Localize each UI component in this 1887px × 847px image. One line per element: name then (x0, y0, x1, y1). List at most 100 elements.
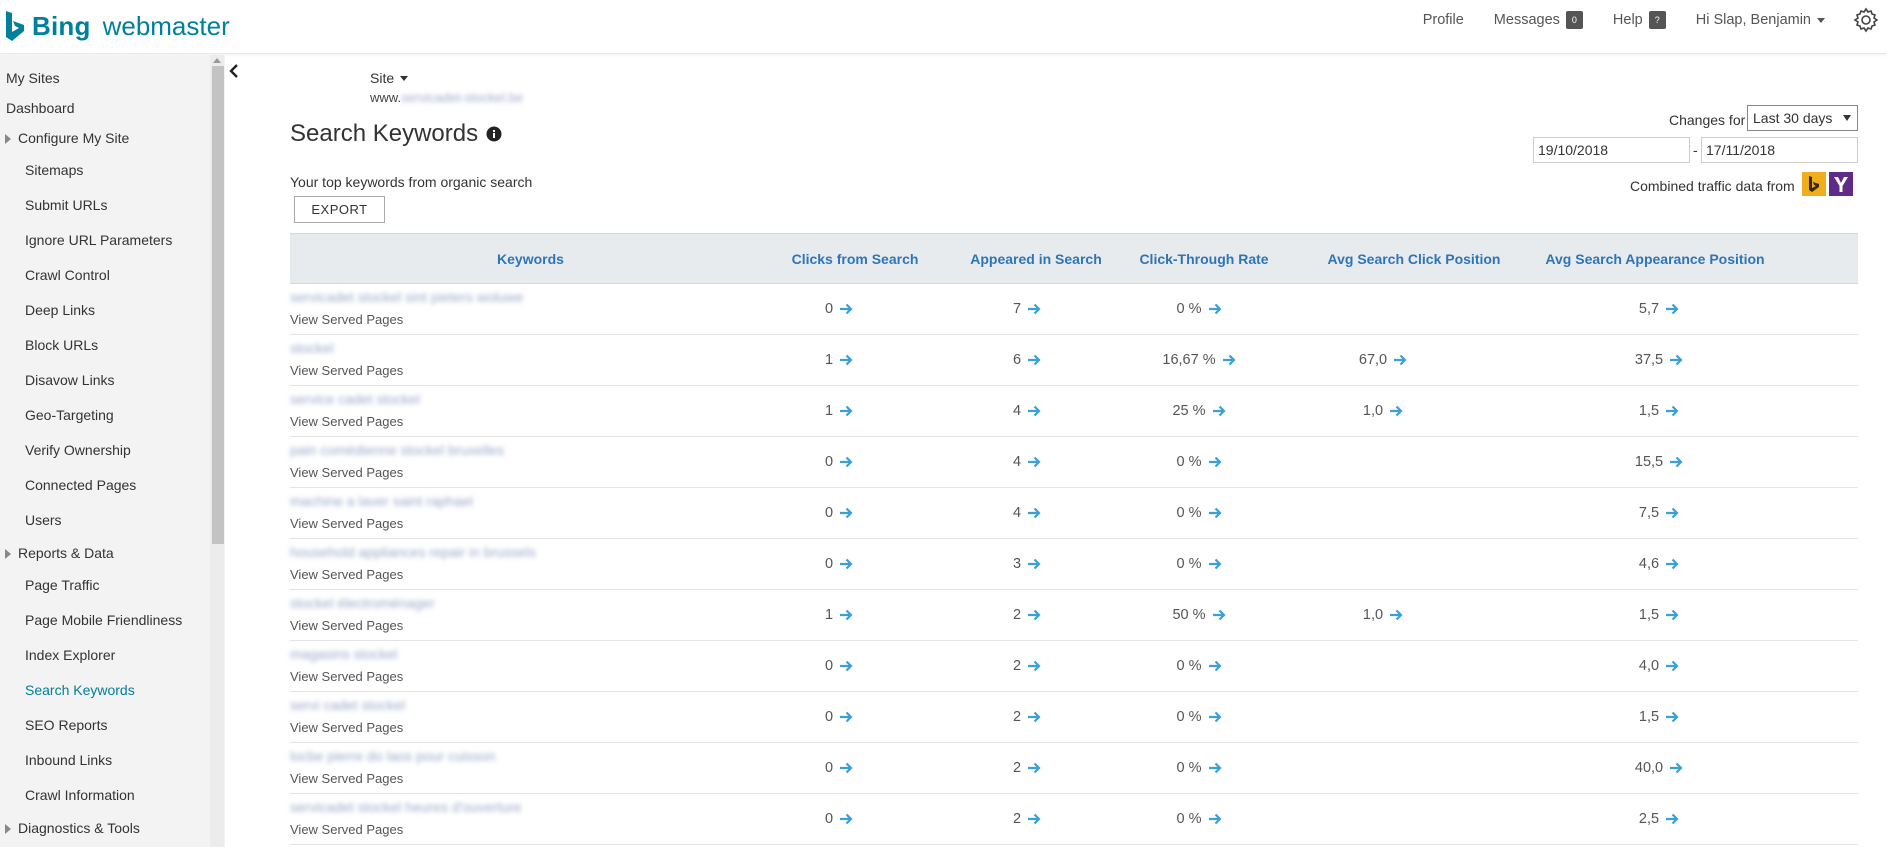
clicks-cell[interactable]: 0 (739, 743, 939, 794)
appeared-cell[interactable]: 3 (937, 539, 1117, 590)
view-served-pages-link[interactable]: View Served Pages (290, 414, 403, 429)
view-served-pages-link[interactable]: View Served Pages (290, 669, 403, 684)
view-served-pages-link[interactable]: View Served Pages (290, 822, 403, 837)
avg-appearance-position-cell[interactable]: 5,7 (1569, 284, 1749, 335)
sidebar-item-sitemaps[interactable]: Sitemaps (0, 153, 225, 188)
sidebar-item-geo-targeting[interactable]: Geo-Targeting (0, 398, 225, 433)
view-served-pages-link[interactable]: View Served Pages (290, 516, 403, 531)
keyword-link[interactable]: servicadet stockel heures d'ouverture (290, 799, 521, 815)
sidebar-item-crawl-information[interactable]: Crawl Information (0, 778, 225, 813)
keyword-link[interactable]: household appliances repair in brussels (290, 544, 536, 560)
clicks-cell[interactable]: 1 (739, 386, 939, 437)
sidebar-item-page-traffic[interactable]: Page Traffic (0, 568, 225, 603)
messages-link[interactable]: Messages 0 (1494, 11, 1583, 29)
appeared-cell[interactable]: 4 (937, 437, 1117, 488)
keyword-link[interactable]: magasins stockel (290, 646, 397, 662)
sidebar-item-index-explorer[interactable]: Index Explorer (0, 638, 225, 673)
sidebar-item-users[interactable]: Users (0, 503, 225, 538)
sidebar-item-reports-data[interactable]: Reports & Data (0, 538, 225, 568)
ctr-cell[interactable]: 0 % (1109, 488, 1289, 539)
ctr-cell[interactable]: 0 % (1109, 284, 1289, 335)
ctr-cell[interactable]: 0 % (1109, 437, 1289, 488)
avg-appearance-position-cell[interactable]: 2,5 (1569, 794, 1749, 845)
view-served-pages-link[interactable]: View Served Pages (290, 363, 403, 378)
clicks-cell[interactable]: 0 (739, 488, 939, 539)
scroll-up-arrow-icon[interactable] (213, 58, 221, 63)
view-served-pages-link[interactable]: View Served Pages (290, 312, 403, 327)
keyword-link[interactable]: pain comédienne stockel bruxelles (290, 442, 504, 458)
sidebar-item-dashboard[interactable]: Dashboard (0, 93, 225, 123)
avg-appearance-position-cell[interactable]: 4,6 (1569, 539, 1749, 590)
sidebar-item-seo-reports[interactable]: SEO Reports (0, 708, 225, 743)
avg-click-position-cell[interactable]: 1,0 (1293, 590, 1473, 641)
sidebar-item-ignore-url-parameters[interactable]: Ignore URL Parameters (0, 223, 225, 258)
keyword-link[interactable]: servi cadet stockel (290, 697, 405, 713)
ctr-cell[interactable]: 16,67 % (1109, 335, 1289, 386)
column-header-keywords[interactable]: Keywords (290, 234, 771, 285)
avg-appearance-position-cell[interactable]: 7,5 (1569, 488, 1749, 539)
gear-icon[interactable] (1853, 7, 1879, 33)
clicks-cell[interactable]: 1 (739, 590, 939, 641)
date-range-select[interactable]: Last 30 days (1747, 105, 1858, 131)
sidebar-item-deep-links[interactable]: Deep Links (0, 293, 225, 328)
sidebar-item-page-mobile-friendliness[interactable]: Page Mobile Friendliness (0, 603, 225, 638)
sidebar-item-disavow-links[interactable]: Disavow Links (0, 363, 225, 398)
avg-appearance-position-cell[interactable]: 4,0 (1569, 641, 1749, 692)
sidebar-item-connected-pages[interactable]: Connected Pages (0, 468, 225, 503)
appeared-cell[interactable]: 2 (937, 743, 1117, 794)
appeared-cell[interactable]: 2 (937, 794, 1117, 845)
bing-webmaster-logo[interactable]: Bing webmaster (4, 8, 230, 44)
column-header-avg-appearance-position[interactable]: Avg Search Appearance Position (1505, 234, 1805, 285)
avg-click-position-cell[interactable]: 1,0 (1293, 386, 1473, 437)
ctr-cell[interactable]: 0 % (1109, 692, 1289, 743)
column-header-avg-click-position[interactable]: Avg Search Click Position (1294, 234, 1534, 285)
sidebar-scrollbar-thumb[interactable] (212, 66, 224, 544)
ctr-cell[interactable]: 0 % (1109, 539, 1289, 590)
view-served-pages-link[interactable]: View Served Pages (290, 720, 403, 735)
appeared-cell[interactable]: 4 (937, 488, 1117, 539)
avg-click-position-cell[interactable]: 67,0 (1293, 335, 1473, 386)
sidebar-item-diagnostics-tools[interactable]: Diagnostics & Tools (0, 813, 225, 843)
sidebar-item-my-sites[interactable]: My Sites (0, 63, 225, 93)
keyword-link[interactable]: stockel électroménager (290, 595, 435, 611)
ctr-cell[interactable]: 0 % (1109, 743, 1289, 794)
keyword-link[interactable]: machine a laver saint raphael (290, 493, 473, 509)
clicks-cell[interactable]: 0 (739, 284, 939, 335)
sidebar-item-block-urls[interactable]: Block URLs (0, 328, 225, 363)
info-icon[interactable] (486, 126, 502, 142)
sidebar-item-crawl-control[interactable]: Crawl Control (0, 258, 225, 293)
keyword-link[interactable]: servicadet stockel sint pieters woluwe (290, 289, 523, 305)
sidebar-item-verify-ownership[interactable]: Verify Ownership (0, 433, 225, 468)
sidebar-item-inbound-links[interactable]: Inbound Links (0, 743, 225, 778)
ctr-cell[interactable]: 50 % (1109, 590, 1289, 641)
column-header-ctr[interactable]: Click-Through Rate (1099, 234, 1309, 285)
site-selector[interactable]: Site (370, 70, 409, 86)
view-served-pages-link[interactable]: View Served Pages (290, 771, 403, 786)
date-to-input[interactable]: 17/11/2018 (1701, 137, 1858, 163)
keyword-link[interactable]: service cadet stockel (290, 391, 420, 407)
profile-link[interactable]: Profile (1423, 12, 1464, 28)
ctr-cell[interactable]: 25 % (1109, 386, 1289, 437)
collapse-sidebar-icon[interactable] (228, 64, 240, 78)
sidebar-item-search-keywords[interactable]: Search Keywords (0, 673, 225, 708)
appeared-cell[interactable]: 2 (937, 590, 1117, 641)
clicks-cell[interactable]: 1 (739, 335, 939, 386)
clicks-cell[interactable]: 0 (739, 437, 939, 488)
appeared-cell[interactable]: 7 (937, 284, 1117, 335)
ctr-cell[interactable]: 0 % (1109, 794, 1289, 845)
help-link[interactable]: Help ? (1613, 11, 1666, 29)
appeared-cell[interactable]: 6 (937, 335, 1117, 386)
view-served-pages-link[interactable]: View Served Pages (290, 465, 403, 480)
keyword-link[interactable]: locbe pierre do laos pour cuisson (290, 748, 495, 764)
appeared-cell[interactable]: 4 (937, 386, 1117, 437)
avg-appearance-position-cell[interactable]: 40,0 (1569, 743, 1749, 794)
keyword-link[interactable]: stockel (290, 340, 334, 356)
appeared-cell[interactable]: 2 (937, 692, 1117, 743)
ctr-cell[interactable]: 0 % (1109, 641, 1289, 692)
sidebar-item-configure-my-site[interactable]: Configure My Site (0, 123, 225, 153)
avg-appearance-position-cell[interactable]: 1,5 (1569, 386, 1749, 437)
view-served-pages-link[interactable]: View Served Pages (290, 618, 403, 633)
avg-appearance-position-cell[interactable]: 1,5 (1569, 590, 1749, 641)
user-menu[interactable]: Hi Slap, Benjamin (1696, 12, 1825, 28)
clicks-cell[interactable]: 0 (739, 794, 939, 845)
